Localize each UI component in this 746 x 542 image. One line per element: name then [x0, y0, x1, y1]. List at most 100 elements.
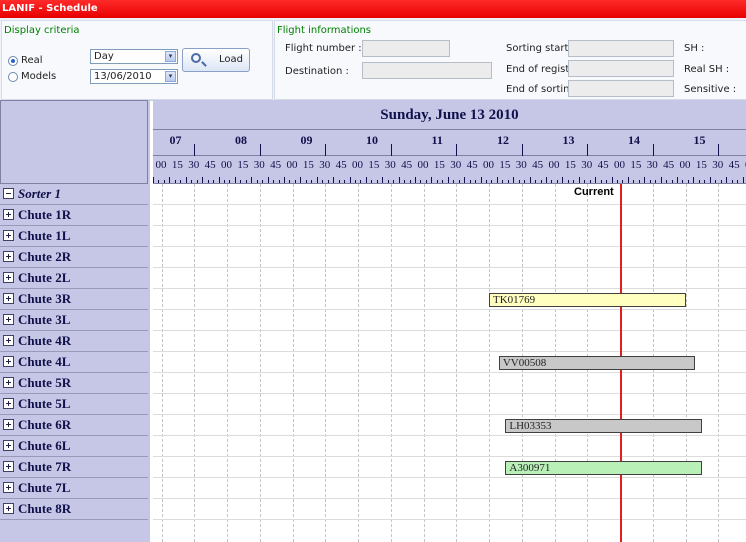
- minute-tick: [546, 177, 547, 183]
- minute-tick: [300, 177, 302, 183]
- row-header[interactable]: Chute 2L: [0, 268, 148, 289]
- flight-bar[interactable]: LH03353: [505, 419, 702, 433]
- minute-tick: [393, 180, 395, 183]
- minute-tick: [442, 180, 444, 183]
- chevron-down-icon[interactable]: ▾: [165, 51, 176, 62]
- minute-tick: [360, 180, 362, 183]
- row-header-label: Chute 2L: [18, 270, 71, 285]
- hour-tick: [521, 144, 523, 156]
- expand-icon[interactable]: [3, 314, 14, 325]
- expand-icon[interactable]: [3, 461, 14, 472]
- expand-icon[interactable]: [3, 503, 14, 514]
- row-header[interactable]: Sorter 1: [0, 184, 148, 205]
- row-header-label: Chute 7R: [18, 459, 72, 474]
- minute-tick: [562, 177, 564, 183]
- flight-bar[interactable]: VV00508: [498, 356, 696, 370]
- minute-tick: [535, 180, 537, 183]
- date-picker[interactable]: 13/06/2010 ▾: [90, 69, 178, 84]
- minute-label: 00: [286, 159, 298, 171]
- minute-label: 15: [368, 159, 380, 171]
- minute-tick: [202, 177, 204, 183]
- minute-tick: [338, 180, 340, 183]
- expand-icon[interactable]: [3, 272, 14, 283]
- flight-bar[interactable]: A300971: [505, 461, 702, 475]
- radio-real[interactable]: Real: [8, 55, 43, 66]
- sensitive-label: Sensitive :: [684, 84, 737, 95]
- minute-tick: [698, 180, 700, 183]
- minute-tick: [616, 180, 618, 183]
- radio-models[interactable]: Models: [8, 71, 56, 82]
- collapse-icon[interactable]: [3, 188, 14, 199]
- row-header[interactable]: Chute 1R: [0, 205, 148, 226]
- minute-label: 45: [204, 159, 216, 171]
- minute-label: 45: [728, 159, 740, 171]
- row-header-label: Chute 5R: [18, 375, 72, 390]
- minute-tick: [627, 177, 629, 183]
- minute-label: 45: [597, 159, 609, 171]
- row-header[interactable]: Chute 4R: [0, 331, 148, 352]
- row-gridline: [153, 393, 746, 394]
- minute-label: 00: [155, 159, 167, 171]
- row-header[interactable]: Chute 2R: [0, 247, 148, 268]
- minute-tick: [191, 180, 193, 183]
- row-header[interactable]: Chute 6R: [0, 415, 148, 436]
- row-header-label: Chute 7L: [18, 480, 71, 495]
- minute-tick: [469, 180, 471, 183]
- hour-tick: [652, 144, 654, 156]
- minute-tick: [638, 180, 640, 183]
- expand-icon[interactable]: [3, 377, 14, 388]
- expand-icon[interactable]: [3, 335, 14, 346]
- minute-tick: [682, 180, 684, 183]
- expand-icon[interactable]: [3, 251, 14, 262]
- sh-label: SH :: [684, 43, 705, 54]
- row-header[interactable]: Chute 5L: [0, 394, 148, 415]
- minute-tick: [153, 177, 154, 183]
- row-header[interactable]: Chute 4L: [0, 352, 148, 373]
- load-button-label: Load: [219, 54, 243, 65]
- minute-tick: [595, 177, 597, 183]
- row-gridline: [153, 267, 746, 268]
- minute-tick: [305, 180, 307, 183]
- row-header[interactable]: Chute 7L: [0, 478, 148, 499]
- schedule-chart[interactable]: Sunday, June 13 2010 07 08 09 10 11 12 13 14 15 …: [153, 100, 746, 542]
- minute-tick: [578, 177, 580, 183]
- hour-tick: [456, 144, 458, 156]
- expand-icon[interactable]: [3, 209, 14, 220]
- row-header[interactable]: Chute 5R: [0, 373, 148, 394]
- row-header[interactable]: Chute 3L: [0, 310, 148, 331]
- minute-tick: [409, 180, 411, 183]
- flight-bar[interactable]: TK01769: [489, 293, 686, 307]
- radio-real-dot[interactable]: [8, 55, 18, 66]
- time-gridline: [259, 184, 261, 542]
- row-header[interactable]: Chute 7R: [0, 457, 148, 478]
- expand-icon[interactable]: [3, 356, 14, 367]
- load-button[interactable]: Load: [182, 48, 250, 72]
- minute-tick: [704, 180, 706, 183]
- minute-tick: [687, 180, 689, 183]
- expand-icon[interactable]: [3, 398, 14, 409]
- minute-tick: [294, 180, 296, 183]
- expand-icon[interactable]: [3, 440, 14, 451]
- hour-label: 12: [497, 133, 509, 147]
- minute-tick: [425, 180, 427, 183]
- minute-tick: [404, 180, 406, 183]
- minute-tick: [234, 177, 236, 183]
- chevron-down-icon[interactable]: ▾: [165, 71, 176, 82]
- row-header[interactable]: Chute 1L: [0, 226, 148, 247]
- minute-tick: [726, 177, 728, 183]
- minute-label: 00: [679, 159, 691, 171]
- end-sorting-field: [568, 80, 674, 97]
- row-header[interactable]: Chute 8R: [0, 499, 148, 520]
- row-header-label: Chute 8R: [18, 501, 72, 516]
- row-header[interactable]: Chute 3R: [0, 289, 148, 310]
- period-select[interactable]: Day ▾: [90, 49, 178, 64]
- expand-icon[interactable]: [3, 230, 14, 241]
- expand-icon[interactable]: [3, 482, 14, 493]
- expand-icon[interactable]: [3, 419, 14, 430]
- minute-tick: [447, 177, 449, 183]
- radio-models-dot[interactable]: [8, 71, 18, 82]
- row-header[interactable]: Chute 6L: [0, 436, 148, 457]
- minute-tick: [322, 180, 324, 183]
- expand-icon[interactable]: [3, 293, 14, 304]
- hour-tick: [718, 144, 720, 156]
